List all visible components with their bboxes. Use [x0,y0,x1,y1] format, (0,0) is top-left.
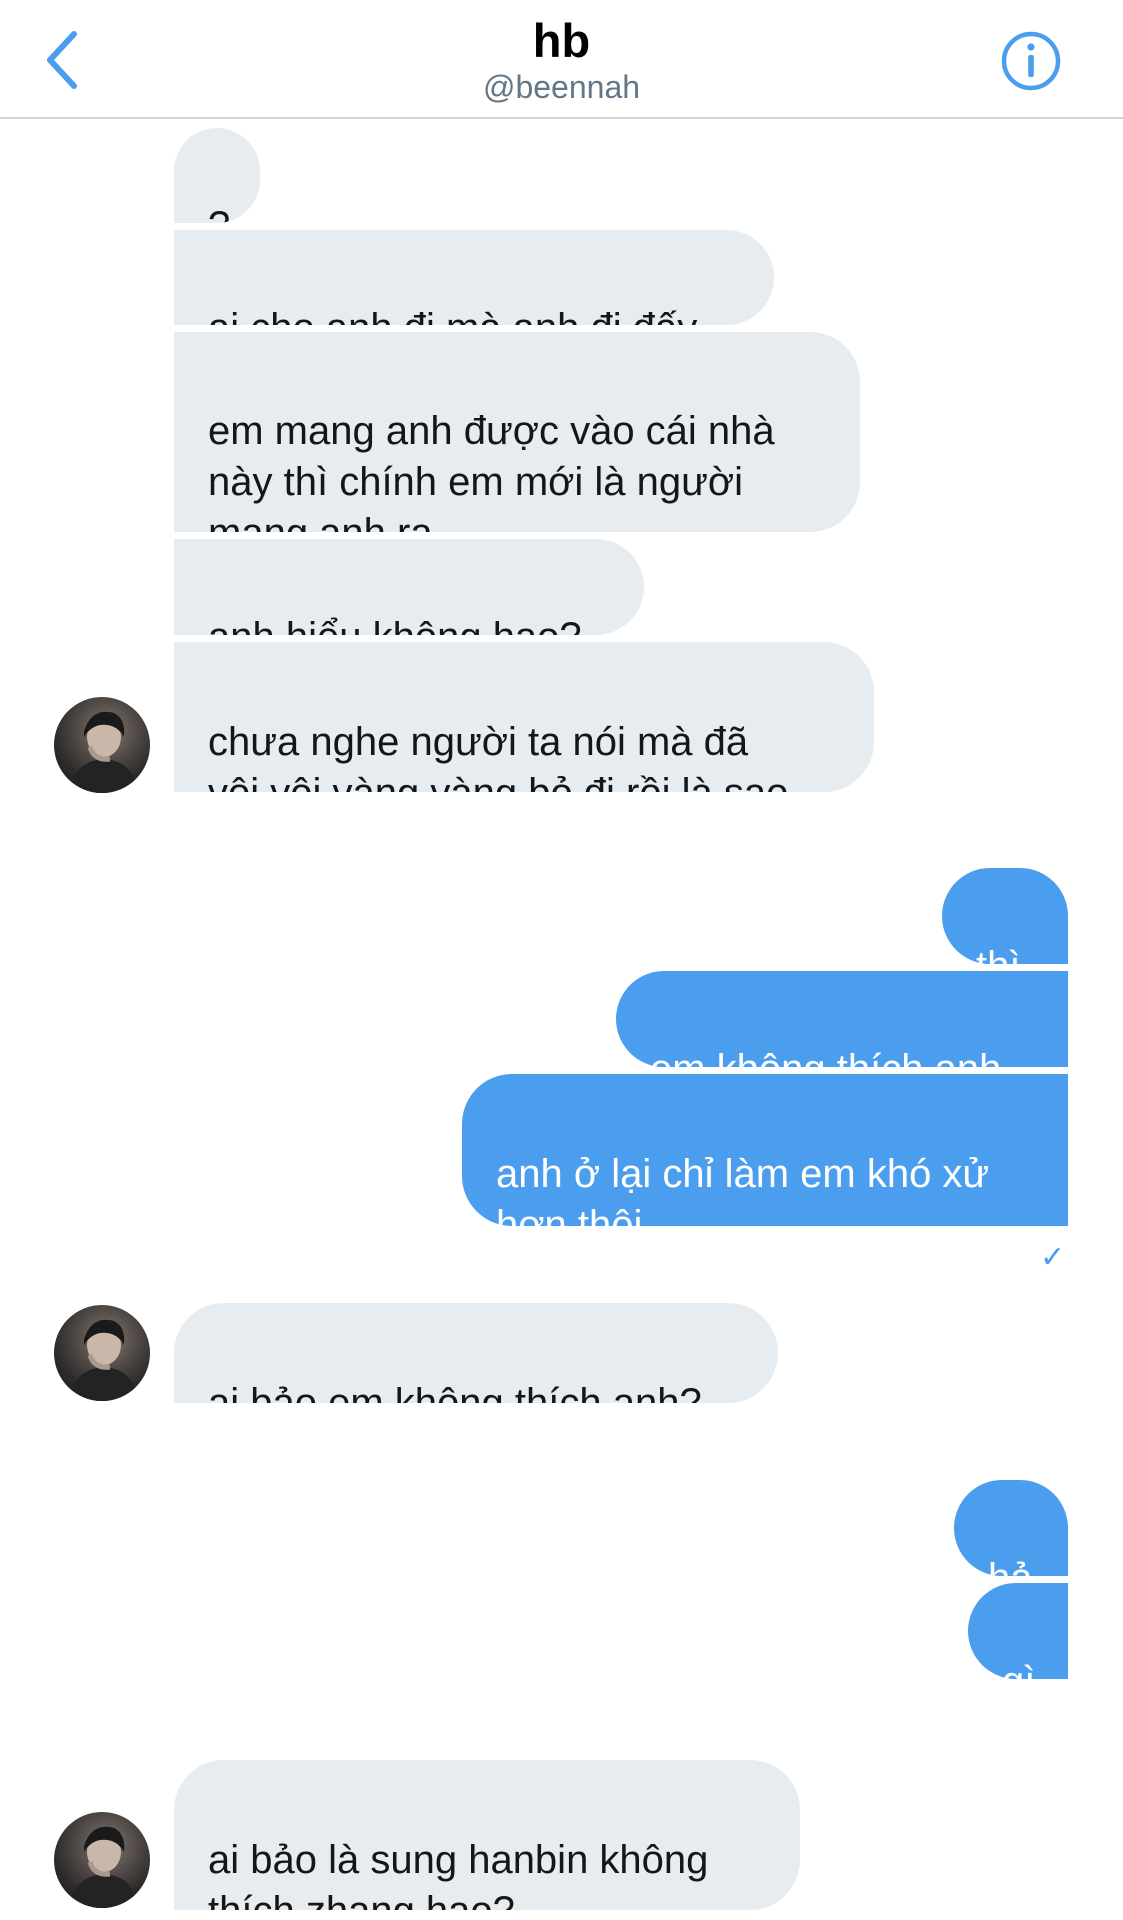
message-bubble-outgoing[interactable]: anh ở lại chỉ làm em khó xử hơn thôi... [462,1074,1068,1226]
checkmark-icon: ✓ [1040,1241,1066,1274]
message-bubble-outgoing[interactable]: thì [942,868,1068,964]
message-bubble-outgoing[interactable]: em không thích anh [616,971,1068,1067]
message-bubble-incoming[interactable]: ai bảo là sung hanbin không thích zhang … [174,1760,800,1910]
message-bubble-incoming[interactable]: ai cho anh đi mà anh đi đấy [174,230,774,325]
message-text: gì [1002,1656,1035,1679]
message-bubble-incoming[interactable]: ? [174,128,260,223]
message-text: em không thích anh [650,1044,1034,1067]
conversation-header: hb @beennah [0,0,1123,119]
message-text: ai cho anh đi mà anh đi đấy [208,303,740,325]
message-bubble-incoming[interactable]: anh hiểu không hạo? [174,539,644,635]
message-bubble-incoming[interactable]: chưa nghe người ta nói mà đã vội vội vàn… [174,642,874,792]
info-icon [1001,31,1061,91]
message-text: hả [988,1553,1034,1576]
conversation-handle[interactable]: @beennah [0,68,1123,106]
message-text: ai bảo em không thích anh? [208,1381,702,1403]
avatar[interactable] [54,1305,150,1401]
profile-photo-icon [68,1826,138,1908]
message-bubble-incoming[interactable]: ai bảo em không thích anh? [174,1303,778,1403]
message-bubble-outgoing[interactable]: hả [954,1480,1068,1576]
message-text: anh hiểu không hạo? [208,612,610,635]
message-text: anh ở lại chỉ làm em khó xử hơn thôi... [496,1152,990,1226]
message-text: em mang anh được vào cái nhà này thì chí… [208,409,775,532]
message-bubble-outgoing[interactable]: gì [968,1583,1068,1679]
message-text: chưa nghe người ta nói mà đã vội vội vàn… [208,720,788,792]
avatar[interactable] [54,697,150,793]
message-text: ai bảo là sung hanbin không thích zhang … [208,1838,709,1910]
profile-photo-icon [68,711,138,793]
message-bubble-incoming[interactable]: em mang anh được vào cái nhà này thì chí… [174,332,860,532]
profile-photo-icon [68,1319,138,1401]
conversation-title[interactable]: hb [0,14,1123,68]
info-button[interactable] [1000,30,1062,92]
message-text: thì [976,941,1034,964]
avatar[interactable] [54,1812,150,1908]
message-text: ? [208,201,230,223]
